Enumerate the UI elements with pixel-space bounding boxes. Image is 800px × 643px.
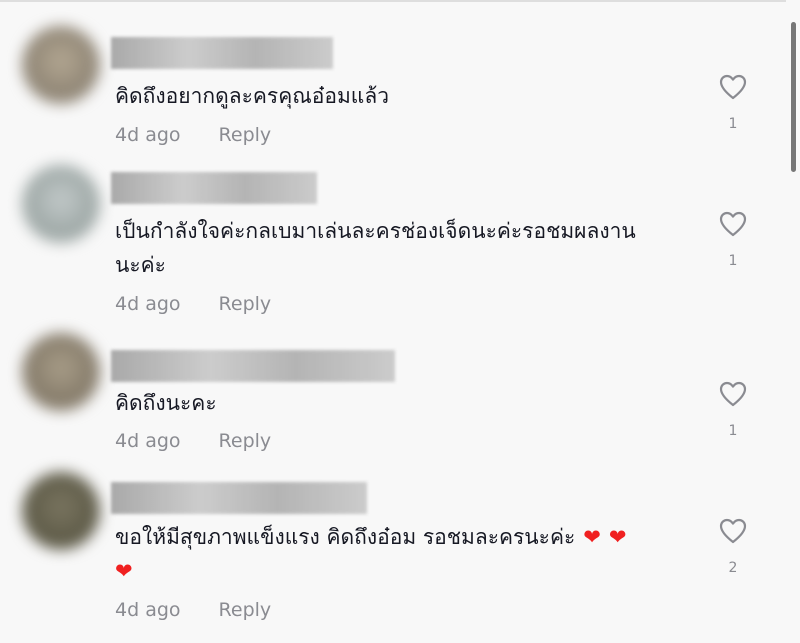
- heart-outline-icon[interactable]: [719, 381, 747, 407]
- red-heart-emoji: ❤: [583, 525, 601, 549]
- avatar[interactable]: [22, 472, 100, 550]
- comment-text-line: ขอให้มีสุขภาพแข็งแรง คิดถึงอ๋อม รอชมละคร…: [115, 520, 627, 554]
- username-blurred[interactable]: [111, 172, 317, 204]
- username-blurred[interactable]: [111, 37, 333, 69]
- scrollbar[interactable]: [791, 22, 796, 172]
- comment-meta: 4d ago Reply: [115, 599, 271, 621]
- red-heart-emoji: ❤: [115, 559, 133, 583]
- timestamp: 4d ago: [115, 430, 181, 452]
- timestamp: 4d ago: [115, 293, 181, 315]
- reply-button[interactable]: Reply: [219, 293, 272, 315]
- reply-button[interactable]: Reply: [219, 124, 272, 146]
- top-divider: [0, 0, 786, 2]
- comment-meta: 4d ago Reply: [115, 430, 271, 452]
- like-control: 2: [716, 518, 750, 576]
- username-blurred[interactable]: [111, 350, 395, 382]
- like-control: 1: [716, 381, 750, 439]
- comment-text: คิดถึงนะคะ: [115, 391, 217, 415]
- comment-text-content: ขอให้มีสุขภาพแข็งแรง คิดถึงอ๋อม รอชมละคร…: [115, 525, 576, 549]
- comment-text: ขอให้มีสุขภาพแข็งแรง คิดถึงอ๋อม รอชมละคร…: [115, 520, 627, 588]
- like-control: 1: [716, 74, 750, 132]
- heart-outline-icon[interactable]: [719, 74, 747, 100]
- timestamp: 4d ago: [115, 124, 181, 146]
- reply-button[interactable]: Reply: [219, 430, 272, 452]
- like-count: 2: [728, 560, 738, 576]
- comment-text: เป็นกำลังใจค่ะกลเบมาเล่นละครช่องเจ็ดนะค่…: [115, 214, 636, 282]
- avatar[interactable]: [22, 165, 100, 243]
- avatar[interactable]: [22, 26, 100, 104]
- comment-meta: 4d ago Reply: [115, 124, 271, 146]
- avatar[interactable]: [22, 333, 100, 411]
- username-blurred[interactable]: [111, 482, 367, 514]
- heart-outline-icon[interactable]: [719, 518, 747, 544]
- like-count: 1: [728, 253, 738, 269]
- like-count: 1: [728, 423, 738, 439]
- comment-meta: 4d ago Reply: [115, 293, 271, 315]
- like-count: 1: [728, 116, 738, 132]
- like-control: 1: [716, 211, 750, 269]
- comment-text-line: เป็นกำลังใจค่ะกลเบมาเล่นละครช่องเจ็ดนะค่…: [115, 219, 636, 243]
- comment-text-line: นะค่ะ: [115, 253, 166, 277]
- reply-button[interactable]: Reply: [219, 599, 272, 621]
- timestamp: 4d ago: [115, 599, 181, 621]
- heart-outline-icon[interactable]: [719, 211, 747, 237]
- red-heart-emoji: ❤: [608, 525, 627, 549]
- comment-text: คิดถึงอยากดูละครคุณอ๋อมแล้ว: [115, 84, 389, 108]
- comment-text-line: ❤: [115, 554, 627, 588]
